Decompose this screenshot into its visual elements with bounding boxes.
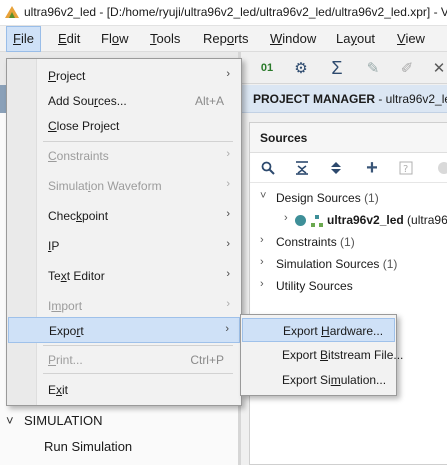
vivado-app-icon: [5, 6, 19, 18]
wand-icon[interactable]: ✎: [363, 58, 383, 78]
project-manager-title: PROJECT MANAGER - ultra96v2_led: [253, 92, 447, 106]
chevron-right-icon[interactable]: ›: [260, 256, 270, 268]
menu-item-close-project[interactable]: Close Project: [8, 113, 240, 139]
menu-item-project[interactable]: Project ›: [8, 63, 240, 89]
chevron-right-icon[interactable]: ›: [284, 212, 294, 224]
tree-row-utility-sources[interactable]: › Utility Sources: [250, 275, 447, 297]
sigma-icon[interactable]: Σ: [327, 58, 347, 78]
sources-panel: Sources + ? ˅ Design Sources (1) › ultra…: [249, 122, 447, 465]
menu-separator: [43, 141, 233, 142]
module-name: ultra96v2_led: [327, 213, 404, 227]
hierarchy-icon: [311, 215, 323, 227]
svg-text:?: ?: [403, 164, 408, 175]
menu-item-print[interactable]: Print... Ctrl+P: [8, 347, 240, 373]
menu-item-import[interactable]: Import ›: [8, 293, 240, 319]
pencil-icon[interactable]: ✐: [397, 58, 417, 78]
submenu-arrow-icon: ›: [226, 68, 230, 80]
chevron-right-icon[interactable]: ›: [260, 234, 270, 246]
submenu-arrow-icon: ›: [226, 298, 230, 310]
tree-row-simulation-sources[interactable]: › Simulation Sources (1): [250, 253, 447, 275]
menu-separator: [43, 345, 233, 346]
sources-header: Sources: [250, 123, 447, 153]
help-icon[interactable]: ?: [396, 158, 416, 178]
submenu-arrow-icon: ›: [226, 268, 230, 280]
tree-label: Design Sources: [276, 191, 361, 205]
submenu-arrow-icon: ›: [226, 148, 230, 160]
flow-section-simulation[interactable]: SIMULATION: [24, 413, 103, 428]
submenu-arrow-icon: ›: [226, 178, 230, 190]
tree-count: (1): [340, 235, 355, 249]
sources-title: Sources: [260, 131, 308, 145]
project-manager-header: PROJECT MANAGER - ultra96v2_led: [241, 85, 447, 113]
menu-layout[interactable]: Layout: [330, 26, 381, 52]
menu-item-add-sources[interactable]: Add Sources... Alt+A: [8, 88, 240, 114]
menu-item-checkpoint[interactable]: Checkpoint ›: [8, 203, 240, 229]
chevron-down-icon[interactable]: ˅: [260, 190, 270, 202]
menu-item-export-bitstream[interactable]: Export Bitstream File...: [242, 343, 403, 367]
menu-item-constraints[interactable]: Constraints ›: [8, 143, 240, 169]
menu-edit[interactable]: Edit: [52, 26, 86, 52]
menu-item-simulation-waveform[interactable]: Simulation Waveform ›: [8, 173, 240, 199]
menu-item-export[interactable]: Export ›: [8, 317, 240, 343]
bitstream-icon[interactable]: 01: [257, 58, 277, 78]
search-icon[interactable]: [258, 158, 278, 178]
shortcut-label: Alt+A: [194, 94, 224, 108]
add-sources-icon[interactable]: +: [362, 157, 382, 179]
submenu-arrow-icon: ›: [226, 208, 230, 220]
status-dot-icon: [434, 158, 447, 178]
tree-label: Simulation Sources: [276, 257, 380, 271]
collapse-all-icon[interactable]: [292, 158, 312, 178]
submenu-arrow-icon: ›: [225, 323, 229, 335]
tree-row-design-sources[interactable]: ˅ Design Sources (1): [250, 187, 447, 209]
tree-row-constraints[interactable]: › Constraints (1): [250, 231, 447, 253]
shortcut-label: Ctrl+P: [190, 353, 224, 367]
sources-toolbar: + ?: [250, 153, 447, 183]
window-title: ultra96v2_led - [D:/home/ryuji/ultra96v2…: [24, 5, 447, 19]
menu-item-export-hardware[interactable]: Export Hardware...: [242, 318, 395, 342]
settings-icon[interactable]: ⚙: [291, 58, 311, 78]
module-file: (ultra96: [403, 213, 447, 227]
menu-reports[interactable]: Reports: [197, 26, 255, 52]
menu-item-text-editor[interactable]: Text Editor ›: [8, 263, 240, 289]
menu-item-ip[interactable]: IP ›: [8, 233, 240, 259]
menu-item-exit[interactable]: Exit: [8, 377, 240, 403]
cross-icon[interactable]: ✕: [429, 58, 447, 78]
main-toolbar: 01 ⚙ Σ ✎ ✐ ✕: [241, 52, 447, 84]
tree-row-top-module[interactable]: › ultra96v2_led (ultra96: [250, 209, 447, 231]
tree-count: (1): [382, 257, 398, 271]
submenu-arrow-icon: ›: [226, 238, 230, 250]
expand-all-icon[interactable]: [326, 158, 346, 178]
menu-file[interactable]: File: [6, 26, 41, 52]
run-simulation-link[interactable]: Run Simulation: [44, 439, 132, 454]
tree-count: (1): [364, 191, 379, 205]
menu-window[interactable]: Window: [264, 26, 322, 52]
menu-separator: [43, 373, 233, 374]
tree-label: Utility Sources: [276, 279, 353, 293]
module-status-icon: [295, 215, 306, 226]
chevron-right-icon[interactable]: ›: [260, 278, 270, 290]
menu-view[interactable]: View: [391, 26, 431, 52]
menu-flow[interactable]: Flow: [95, 26, 134, 52]
title-bar: ultra96v2_led - [D:/home/ryuji/ultra96v2…: [0, 0, 447, 26]
export-submenu: Export Hardware... Export Bitstream File…: [240, 314, 403, 396]
tree-label: Constraints: [276, 235, 337, 249]
menu-tools[interactable]: Tools: [144, 26, 186, 52]
file-menu: Project › Add Sources... Alt+A Close Proje…: [6, 58, 242, 406]
chevron-down-icon[interactable]: ˅: [6, 413, 18, 428]
menu-bar: File Edit Flow Tools Reports Window Layo…: [0, 26, 447, 52]
menu-item-export-simulation[interactable]: Export Simulation...: [242, 368, 395, 392]
